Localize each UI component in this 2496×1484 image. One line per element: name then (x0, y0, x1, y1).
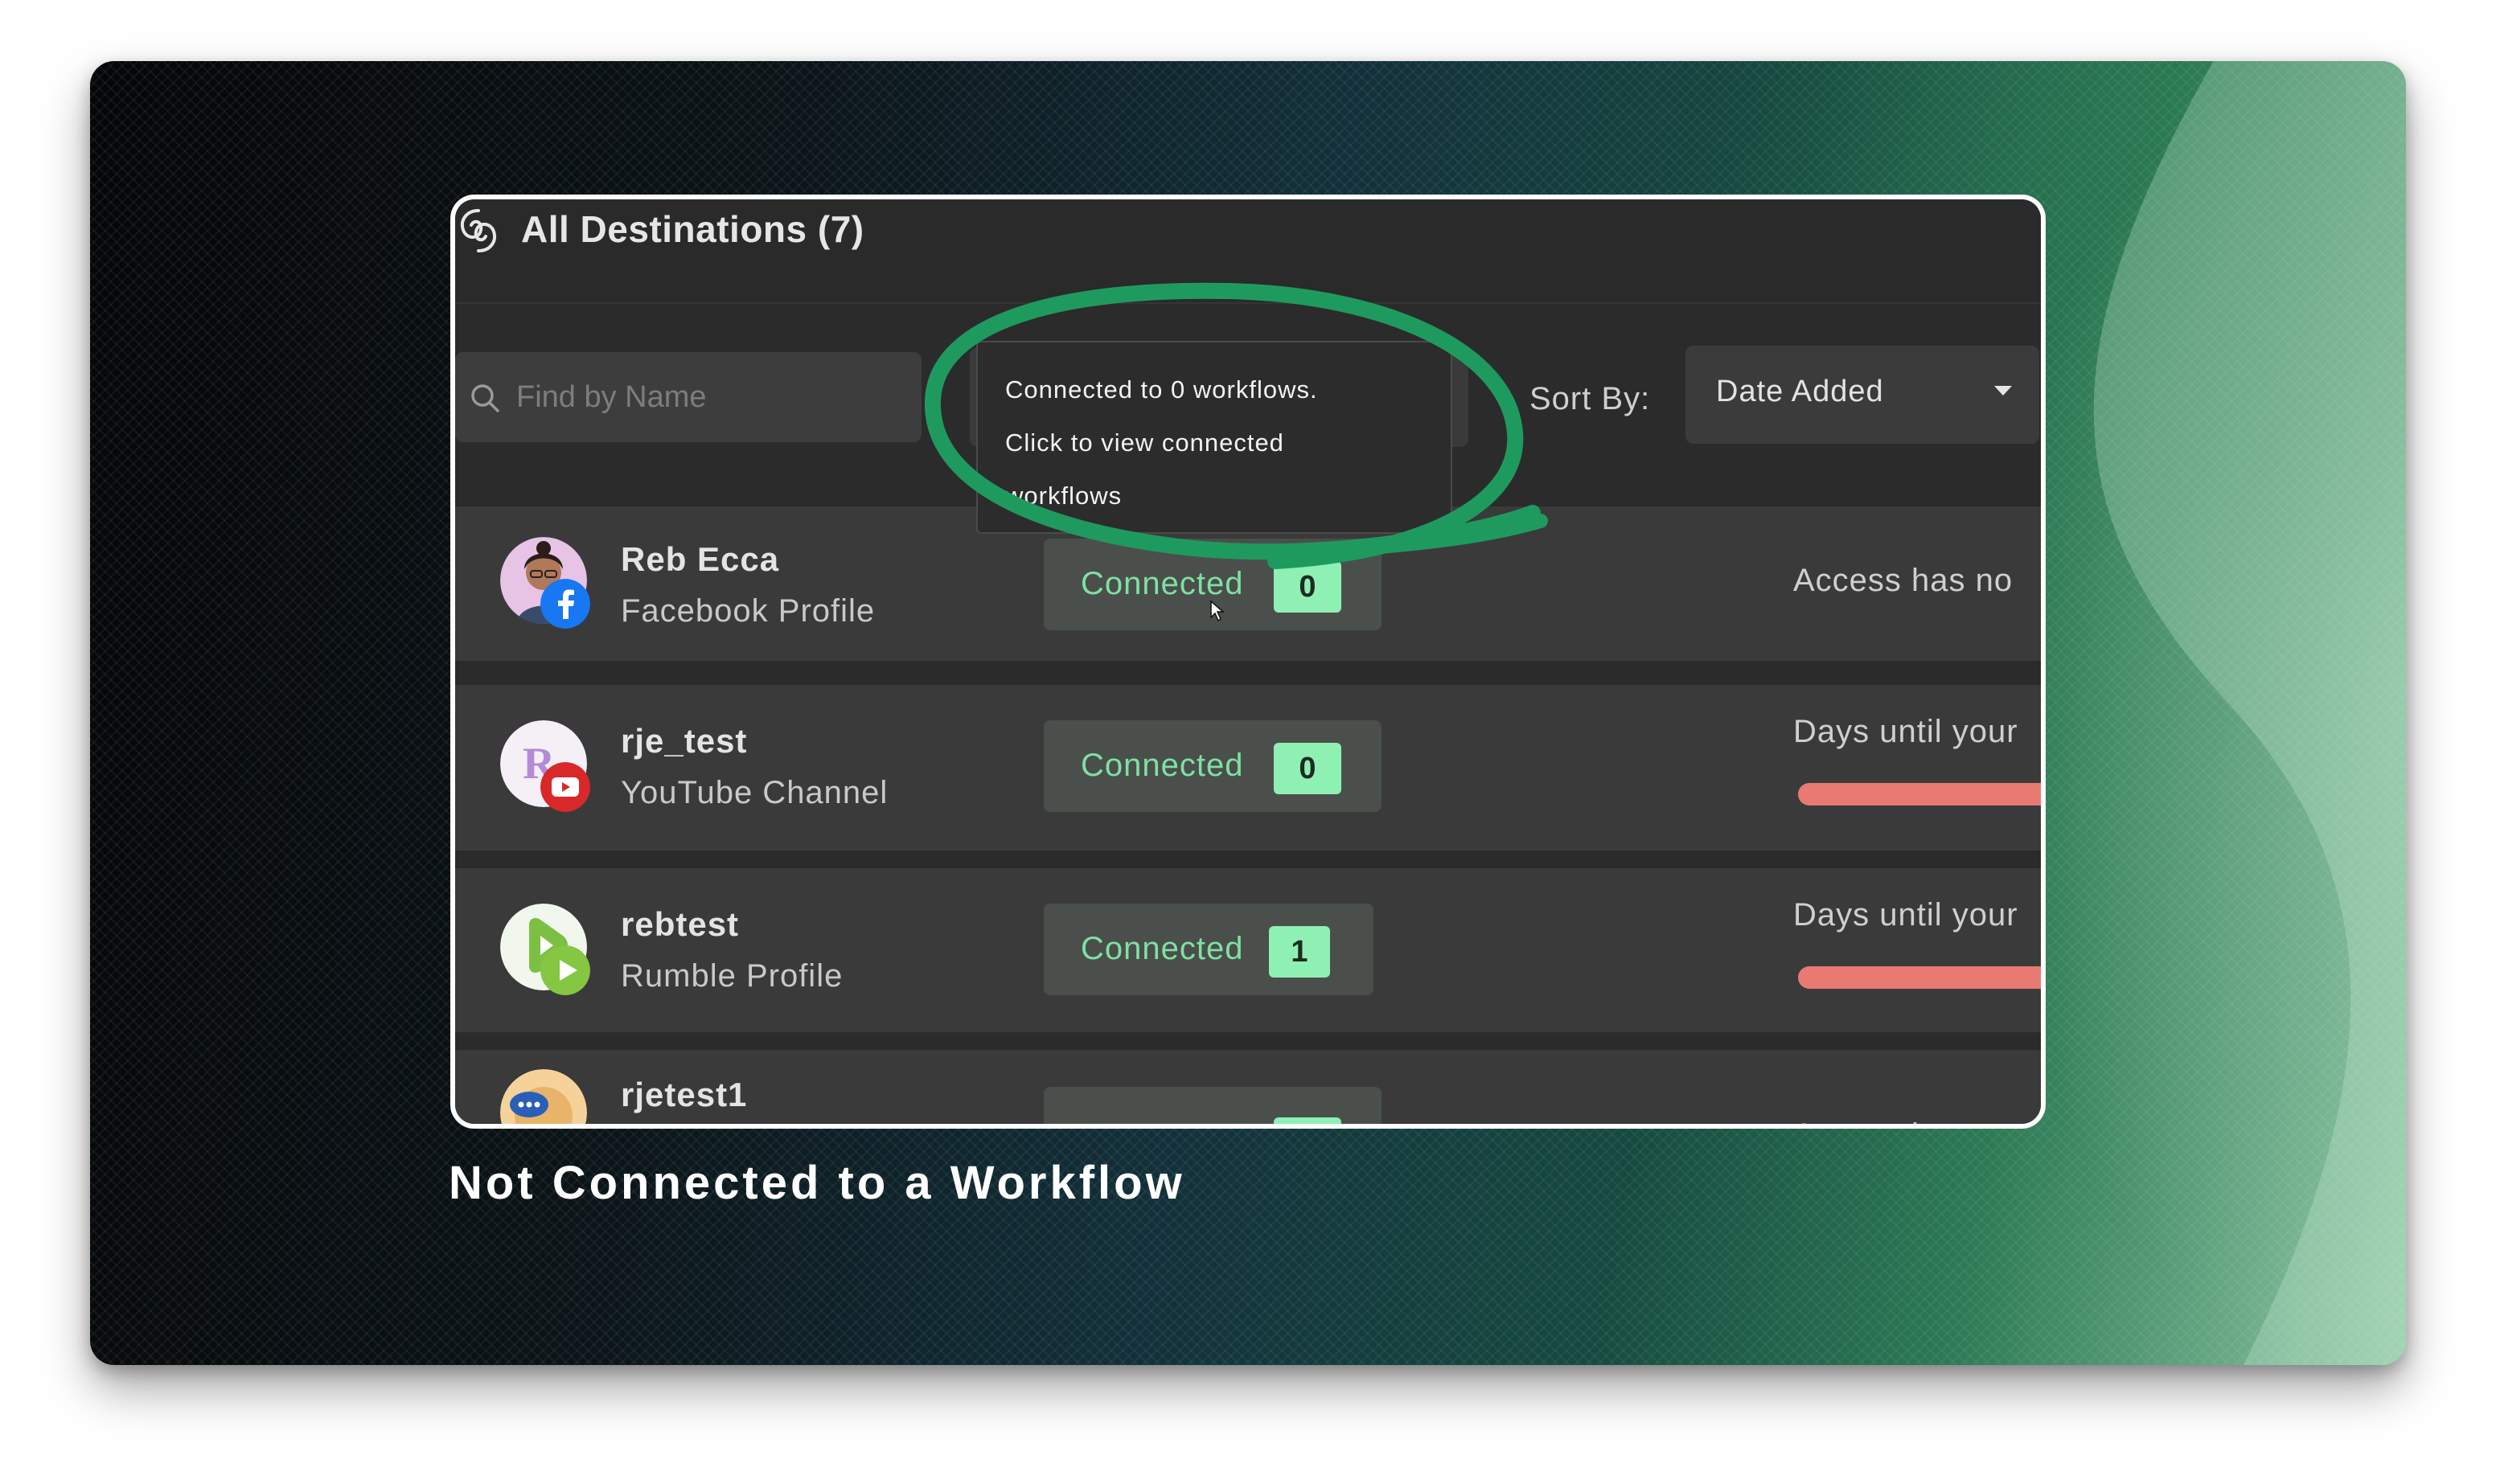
destination-name: rebtest (621, 905, 740, 943)
destination-type: Rumble Profile (621, 958, 844, 994)
sort-selected-value: Date Added (1716, 375, 1884, 408)
connected-label: Connected (1081, 566, 1244, 601)
destination-row[interactable]: R rje_test YouTube Channel Connected 0 D… (455, 685, 2041, 851)
workflow-count-badge: 2 (1274, 1117, 1341, 1124)
destination-name: Reb Ecca (621, 540, 780, 578)
connected-label: Connected (1081, 748, 1244, 783)
destination-name: rje_test (621, 722, 748, 760)
sort-label: Sort By: (1529, 381, 1651, 416)
destination-row[interactable]: rjetest1 Connected 2 Access has no (455, 1050, 2041, 1124)
connected-workflows-button[interactable]: Connected 1 (1044, 904, 1373, 995)
workflow-count-badge: 1 (1269, 926, 1330, 978)
expiry-progress-bar (1798, 966, 2041, 989)
mouse-pointer-icon (1210, 600, 1225, 622)
expiry-status-text: Days until your (1793, 714, 2018, 749)
slide-caption: Not Connected to a Workflow (449, 1157, 1185, 1209)
search-input[interactable] (516, 352, 910, 442)
expiry-progress-bar (1798, 783, 2041, 806)
destination-row[interactable]: rebtest Rumble Profile Connected 1 Days … (455, 868, 2041, 1032)
slide-background: All Destinations (7) Sort By: Date Added… (90, 61, 2406, 1365)
window-header: All Destinations (7) (455, 199, 2041, 304)
avatar (500, 1069, 587, 1124)
tooltip-line: Connected to 0 workflows. (1005, 375, 1318, 404)
avatar (500, 537, 590, 629)
youtube-icon (540, 762, 590, 812)
destination-name: rjetest1 (621, 1076, 748, 1113)
destination-type: Facebook Profile (621, 593, 876, 629)
connected-label: Connected (1081, 1122, 1243, 1124)
search-box[interactable] (455, 352, 922, 442)
avatar (500, 904, 590, 995)
avatar: R (500, 720, 590, 812)
page-title: All Destinations (7) (521, 208, 864, 250)
sort-select[interactable]: Date Added (1685, 346, 2039, 444)
search-icon (471, 384, 499, 412)
workflow-count-badge: 0 (1274, 561, 1341, 613)
rumble-icon (540, 945, 590, 995)
workflow-count-badge: 0 (1274, 743, 1341, 794)
connected-label: Connected (1081, 931, 1244, 966)
access-status-text: Access has no (1793, 563, 2014, 598)
tooltip-line: Click to view connected (1005, 428, 1284, 457)
caret-down-icon (1994, 386, 2012, 396)
expiry-status-text: Days until your (1793, 897, 2018, 933)
app-logo-icon (461, 209, 496, 252)
connected-workflows-button[interactable]: Connected 0 (1044, 720, 1381, 812)
facebook-icon (540, 579, 590, 629)
destinations-window: All Destinations (7) Sort By: Date Added… (450, 195, 2046, 1129)
tooltip-line: workflows (1005, 482, 1123, 510)
destination-type: YouTube Channel (621, 775, 889, 810)
workflow-tooltip: Connected to 0 workflows. Click to view … (976, 341, 1452, 534)
chat-bubble-icon (510, 1092, 548, 1117)
access-status-text: Access has no (1793, 1117, 2013, 1124)
connected-workflows-button[interactable]: Connected 2 (1044, 1087, 1381, 1124)
